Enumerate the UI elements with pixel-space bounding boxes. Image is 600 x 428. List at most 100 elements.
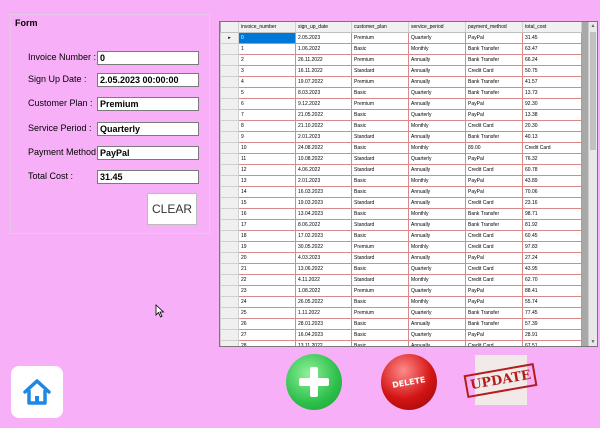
- table-cell-customer-plan[interactable]: Basic: [351, 109, 409, 121]
- table-cell-total-cost[interactable]: 43.95: [522, 263, 582, 275]
- vertical-scrollbar[interactable]: ▲ ▼: [588, 22, 597, 346]
- table-row[interactable]: 17 8.06.2022 Standard Annually Bank Transfer…: [220, 219, 582, 231]
- table-cell-sign-up-date[interactable]: 4.06.2022: [295, 164, 352, 176]
- table-cell-payment-method[interactable]: PayPal: [465, 153, 523, 165]
- table-cell-invoice-number[interactable]: 6: [238, 98, 296, 110]
- table-cell-customer-plan[interactable]: Standard: [351, 131, 409, 143]
- table-cell-invoice-number[interactable]: 18: [238, 230, 296, 242]
- table-cell-total-cost[interactable]: 76.32: [522, 153, 582, 165]
- row-header[interactable]: [220, 329, 239, 341]
- table-cell-invoice-number[interactable]: 13: [238, 175, 296, 187]
- table-cell-service-period[interactable]: Monthly: [408, 120, 466, 132]
- row-header[interactable]: [220, 296, 239, 308]
- table-cell-customer-plan[interactable]: Standard: [351, 274, 409, 286]
- table-cell-sign-up-date[interactable]: 26.05.2022: [295, 296, 352, 308]
- table-cell-invoice-number[interactable]: 5: [238, 87, 296, 99]
- table-cell-customer-plan[interactable]: Basic: [351, 263, 409, 275]
- delete-button[interactable]: DELETE: [381, 354, 437, 410]
- table-cell-sign-up-date[interactable]: 1.11.2022: [295, 307, 352, 319]
- table-cell-total-cost[interactable]: 40.13: [522, 131, 582, 143]
- table-cell-total-cost[interactable]: 57.39: [522, 318, 582, 330]
- table-cell-total-cost[interactable]: 92.30: [522, 98, 582, 110]
- table-cell-sign-up-date[interactable]: 13.11.2022: [295, 340, 352, 346]
- table-cell-sign-up-date[interactable]: 21.05.2022: [295, 109, 352, 121]
- table-cell-payment-method[interactable]: Credit Card: [465, 241, 523, 253]
- row-header[interactable]: [220, 208, 239, 220]
- column-header-total-cost[interactable]: total_cost: [522, 22, 582, 33]
- table-cell-service-period[interactable]: Quarterly: [408, 285, 466, 297]
- update-button[interactable]: UPDATE: [463, 355, 539, 405]
- column-header-invoice-number[interactable]: invoice_number: [238, 22, 296, 33]
- table-cell-service-period[interactable]: Annually: [408, 197, 466, 209]
- table-cell-service-period[interactable]: Annually: [408, 54, 466, 66]
- scroll-thumb[interactable]: [590, 32, 596, 150]
- table-cell-sign-up-date[interactable]: 1.06.2022: [295, 43, 352, 55]
- table-cell-sign-up-date[interactable]: 19.07.2022: [295, 76, 352, 88]
- row-header[interactable]: [220, 142, 239, 154]
- table-cell-customer-plan[interactable]: Basic: [351, 230, 409, 242]
- table-cell-sign-up-date[interactable]: 21.10.2022: [295, 120, 352, 132]
- table-cell-payment-method[interactable]: PayPal: [465, 296, 523, 308]
- table-cell-customer-plan[interactable]: Basic: [351, 175, 409, 187]
- row-header[interactable]: [220, 285, 239, 297]
- table-cell-payment-method[interactable]: PayPal: [465, 329, 523, 341]
- table-row[interactable]: 6 9.12.2022 Premium Annually PayPal 92.30: [220, 98, 582, 110]
- table-cell-payment-method[interactable]: PayPal: [465, 109, 523, 121]
- table-row[interactable]: 9 2.01.2023 Standard Annually Bank Transfer 4…: [220, 131, 582, 143]
- table-cell-invoice-number[interactable]: 19: [238, 241, 296, 253]
- table-row[interactable]: 13 2.01.2023 Basic Monthly PayPal 43.89: [220, 175, 582, 187]
- table-cell-invoice-number[interactable]: 24: [238, 296, 296, 308]
- table-cell-total-cost[interactable]: 41.57: [522, 76, 582, 88]
- table-cell-payment-method[interactable]: Credit Card: [465, 230, 523, 242]
- table-cell-payment-method[interactable]: Bank Transfer: [465, 318, 523, 330]
- column-header-service-period[interactable]: service_period: [408, 22, 466, 33]
- table-cell-sign-up-date[interactable]: 10.08.2022: [295, 153, 352, 165]
- table-row[interactable]: 4 19.07.2022 Premium Annually Bank Transfer 4…: [220, 76, 582, 88]
- table-cell-payment-method[interactable]: Credit Card: [465, 263, 523, 275]
- table-cell-invoice-number[interactable]: 8: [238, 120, 296, 132]
- table-cell-invoice-number[interactable]: 23: [238, 285, 296, 297]
- scroll-up-icon[interactable]: ▲: [589, 22, 597, 30]
- table-cell-service-period[interactable]: Annually: [408, 252, 466, 264]
- table-cell-total-cost[interactable]: 62.70: [522, 274, 582, 286]
- table-cell-customer-plan[interactable]: Standard: [351, 219, 409, 231]
- table-cell-customer-plan[interactable]: Basic: [351, 340, 409, 346]
- column-header-sign-up-date[interactable]: sign_up_date: [295, 22, 352, 33]
- table-cell-customer-plan[interactable]: Premium: [351, 76, 409, 88]
- table-cell-service-period[interactable]: Annually: [408, 164, 466, 176]
- table-cell-service-period[interactable]: Monthly: [408, 142, 466, 154]
- table-cell-sign-up-date[interactable]: 16.03.2023: [295, 186, 352, 198]
- table-cell-service-period[interactable]: Annually: [408, 131, 466, 143]
- table-cell-customer-plan[interactable]: Premium: [351, 241, 409, 253]
- table-cell-invoice-number[interactable]: 3: [238, 65, 296, 77]
- scroll-down-icon[interactable]: ▼: [589, 338, 597, 346]
- table-cell-invoice-number[interactable]: 0: [238, 32, 296, 44]
- table-cell-service-period[interactable]: Annually: [408, 186, 466, 198]
- row-header[interactable]: [220, 186, 239, 198]
- table-cell-payment-method[interactable]: Bank Transfer: [465, 131, 523, 143]
- table-cell-invoice-number[interactable]: 1: [238, 43, 296, 55]
- row-header[interactable]: [220, 340, 239, 346]
- table-cell-sign-up-date[interactable]: 13.04.2023: [295, 208, 352, 220]
- table-row[interactable]: 20 4.03.2023 Standard Annually PayPal 27.24: [220, 252, 582, 264]
- table-cell-payment-method[interactable]: Credit Card: [465, 120, 523, 132]
- table-cell-customer-plan[interactable]: Standard: [351, 252, 409, 264]
- table-cell-invoice-number[interactable]: 9: [238, 131, 296, 143]
- row-header[interactable]: [220, 98, 239, 110]
- table-cell-sign-up-date[interactable]: 2.01.2023: [295, 175, 352, 187]
- table-row[interactable]: 2 26.11.2022 Premium Annually Bank Transfer 6…: [220, 54, 582, 66]
- table-cell-invoice-number[interactable]: 21: [238, 263, 296, 275]
- table-cell-customer-plan[interactable]: Basic: [351, 120, 409, 132]
- row-header[interactable]: [220, 318, 239, 330]
- table-cell-sign-up-date[interactable]: 24.08.2022: [295, 142, 352, 154]
- table-row[interactable]: 5 8.03.2023 Basic Quarterly Bank Transfer 13.…: [220, 87, 582, 99]
- table-cell-sign-up-date[interactable]: 1.08.2022: [295, 285, 352, 297]
- table-cell-total-cost[interactable]: 60.45: [522, 230, 582, 242]
- table-cell-customer-plan[interactable]: Basic: [351, 87, 409, 99]
- total-cost-input[interactable]: 31.45: [97, 170, 199, 184]
- table-cell-invoice-number[interactable]: 25: [238, 307, 296, 319]
- table-cell-customer-plan[interactable]: Basic: [351, 318, 409, 330]
- table-cell-customer-plan[interactable]: Basic: [351, 43, 409, 55]
- table-cell-total-cost[interactable]: 23.16: [522, 197, 582, 209]
- table-cell-service-period[interactable]: Annually: [408, 340, 466, 346]
